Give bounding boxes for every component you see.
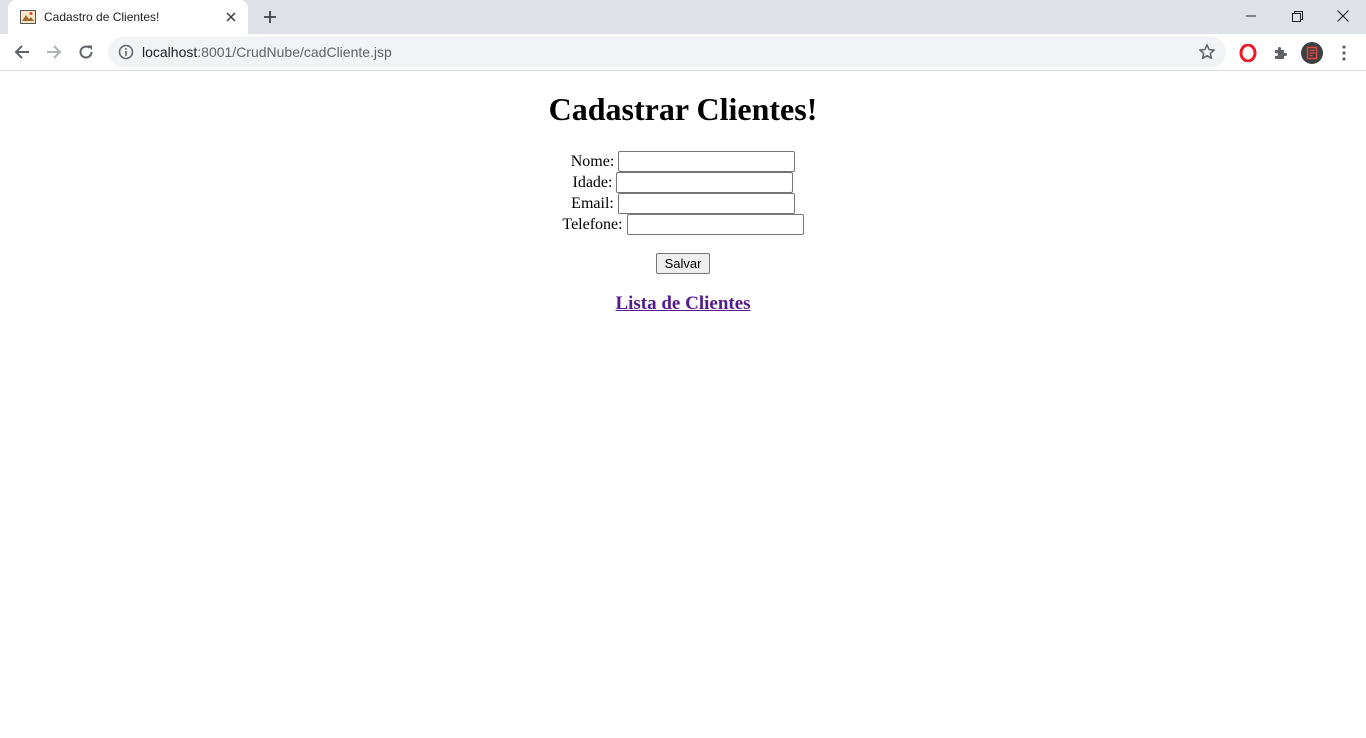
form-row-email: Email: xyxy=(0,193,1366,214)
page-content: Cadastrar Clientes! Nome: Idade: Email: … xyxy=(0,72,1366,738)
extensions-puzzle-icon[interactable] xyxy=(1269,42,1291,64)
reload-icon[interactable] xyxy=(72,38,100,66)
forward-icon[interactable] xyxy=(40,38,68,66)
email-label: Email: xyxy=(571,194,614,212)
tab-strip: Cadastro de Clientes! xyxy=(0,0,1366,34)
address-bar[interactable]: localhost:8001/CrudNube/cadCliente.jsp xyxy=(108,37,1226,67)
window-close-icon[interactable] xyxy=(1320,0,1366,32)
back-icon[interactable] xyxy=(8,38,36,66)
profile-avatar-icon[interactable] xyxy=(1301,42,1323,64)
bookmark-star-icon[interactable] xyxy=(1198,43,1216,61)
telefone-label: Telefone: xyxy=(562,215,623,233)
opera-extension-icon[interactable] xyxy=(1237,42,1259,64)
page-favicon-icon xyxy=(20,10,36,24)
browser-tab[interactable]: Cadastro de Clientes! xyxy=(8,0,248,34)
browser-menu-icon[interactable] xyxy=(1333,42,1355,64)
telefone-input[interactable] xyxy=(626,214,804,235)
client-list-link[interactable]: Lista de Clientes xyxy=(0,293,1366,315)
save-button[interactable]: Salvar xyxy=(656,253,710,274)
nome-input[interactable] xyxy=(618,151,796,172)
page-title: Cadastrar Clientes! xyxy=(548,91,818,127)
form-row-idade: Idade: xyxy=(0,172,1366,193)
idade-input[interactable] xyxy=(616,172,794,193)
browser-toolbar: localhost:8001/CrudNube/cadCliente.jsp xyxy=(0,34,1366,71)
client-form: Nome: Idade: Email: Telefone: xyxy=(0,151,1366,235)
url-host: localhost xyxy=(142,44,198,60)
url-path: :8001/CrudNube/cadCliente.jsp xyxy=(197,44,392,60)
nome-label: Nome: xyxy=(570,152,615,170)
form-row-nome: Nome: xyxy=(0,151,1366,172)
idade-label: Idade: xyxy=(572,173,613,191)
close-tab-icon[interactable] xyxy=(222,8,240,26)
site-info-icon[interactable] xyxy=(118,44,134,60)
restore-icon[interactable] xyxy=(1274,0,1320,32)
minimize-icon[interactable] xyxy=(1228,0,1274,32)
url-text: localhost:8001/CrudNube/cadCliente.jsp xyxy=(142,44,392,60)
tab-title: Cadastro de Clientes! xyxy=(44,10,160,24)
form-row-telefone: Telefone: xyxy=(0,214,1366,235)
email-input[interactable] xyxy=(617,193,795,214)
new-tab-icon[interactable] xyxy=(258,5,282,29)
